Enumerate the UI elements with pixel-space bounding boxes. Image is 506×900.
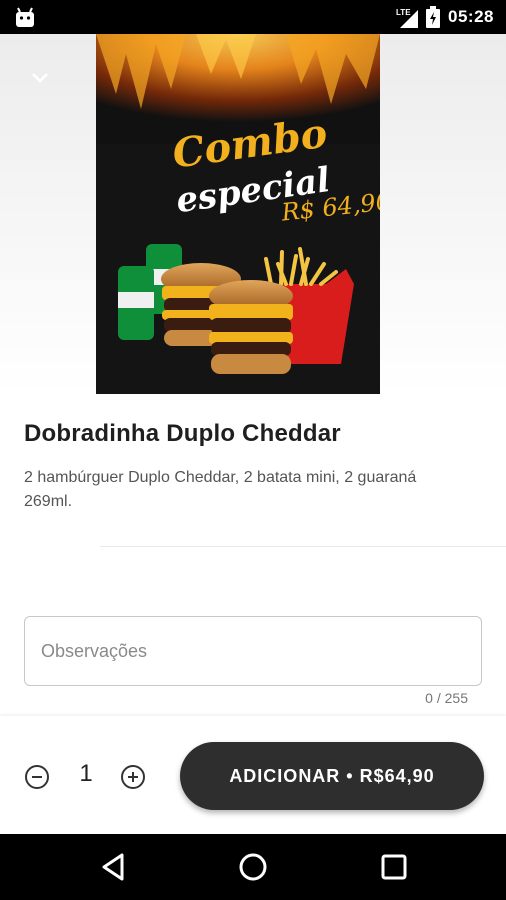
back-icon[interactable] (96, 849, 132, 885)
product-description: 2 hambúrguer Duplo Cheddar, 2 batata min… (24, 469, 417, 510)
character-counter: 0 / 255 (425, 690, 468, 706)
home-icon[interactable] (235, 849, 271, 885)
add-to-cart-button[interactable]: ADICIONAR • R$64,90 (180, 742, 484, 810)
navigation-bar (0, 834, 506, 900)
order-bar: 1 ADICIONAR • R$64,90 (0, 716, 506, 834)
collapse-button[interactable] (22, 60, 58, 96)
battery-icon (426, 6, 441, 28)
product-poster: Combo especial R$ 64,90 (96, 34, 380, 394)
chevron-down-icon (32, 73, 48, 83)
product-image-header: Combo especial R$ 64,90 (0, 34, 506, 394)
decrease-quantity-icon[interactable] (24, 764, 50, 790)
clock: 05:28 (448, 7, 494, 26)
observations-field[interactable] (24, 616, 482, 686)
signal-icon: LTE (396, 6, 419, 28)
quantity-value: 1 (79, 760, 93, 787)
product-title: Dobradinha Duplo Cheddar (24, 420, 341, 447)
network-type: LTE (396, 8, 411, 17)
observations-input[interactable] (25, 617, 481, 685)
increase-quantity-icon[interactable] (120, 764, 146, 790)
recent-apps-icon[interactable] (376, 849, 412, 885)
status-bar: LTE 05:28 (0, 0, 506, 34)
android-notification-icon (16, 7, 34, 27)
divider (100, 546, 506, 547)
